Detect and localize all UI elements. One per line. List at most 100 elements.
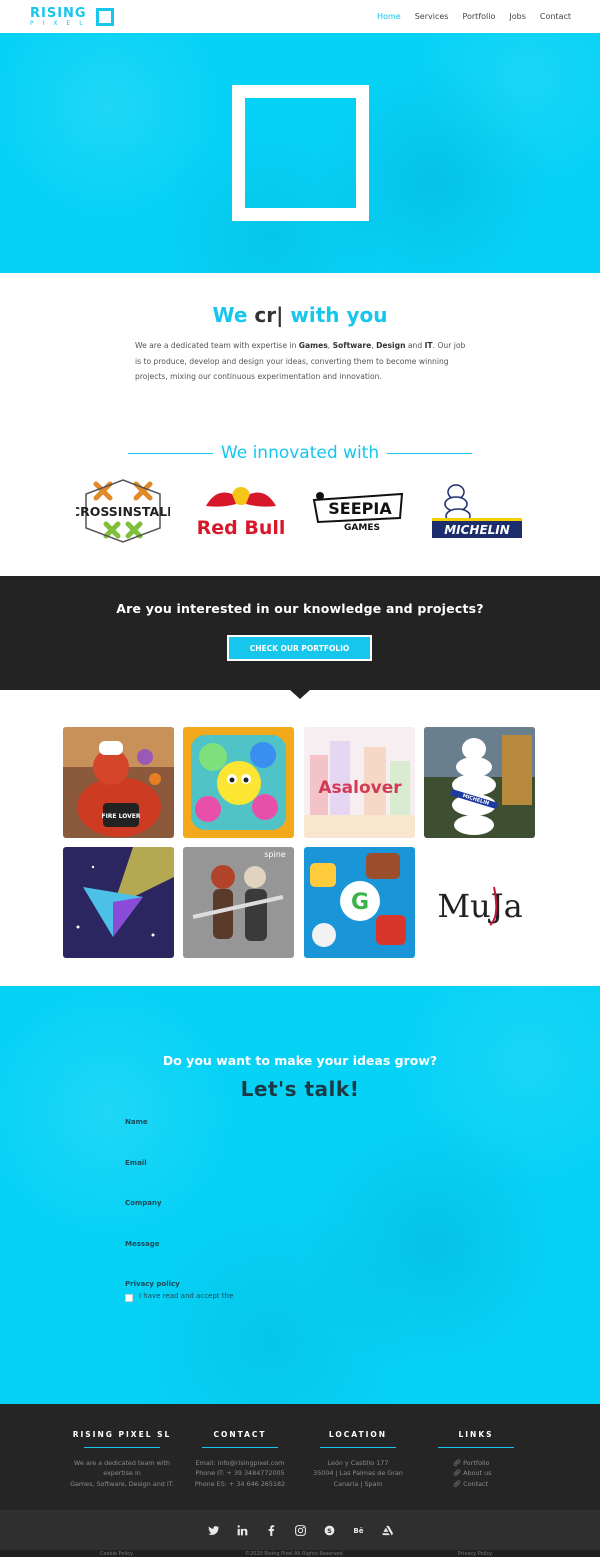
- main-nav: Home Services Portfolio Jobs Contact: [377, 12, 571, 21]
- innovated-heading: We innovated with: [0, 442, 600, 464]
- divider: [320, 1447, 396, 1448]
- logo[interactable]: RISING PIXEL: [30, 7, 114, 27]
- privacy-label: Privacy policy: [125, 1280, 180, 1288]
- michelin-logo: MICHELIN: [428, 478, 524, 544]
- fire-lover-caption: FIRE LOVER: [101, 813, 140, 820]
- about-title: We cr| with you: [0, 303, 600, 327]
- logo-wordmark: RISING PIXEL: [30, 7, 92, 27]
- footer-email[interactable]: Email: info@risingpixel.com: [180, 1458, 300, 1468]
- portfolio-tile-fire-lover[interactable]: FIRE LOVER: [63, 727, 174, 838]
- site-footer: RISING PIXEL SL We are a dedicated team …: [0, 1404, 600, 1510]
- privacy-checkbox-text: I have read and accept the: [139, 1292, 234, 1300]
- footer-company-line1: We are a dedicated team with: [73, 1459, 171, 1467]
- logo-pixel: PIXEL: [30, 19, 92, 27]
- footer-links-title: LINKS: [458, 1430, 494, 1439]
- skype-icon[interactable]: S: [323, 1524, 336, 1537]
- about-title-end: with you: [283, 303, 388, 327]
- cta-title: Are you interested in our knowledge and …: [116, 601, 484, 616]
- logo-rising: RISING: [30, 5, 87, 21]
- spine-caption: spine: [264, 850, 286, 859]
- footer-link-about[interactable]: 🔗︎ About us: [453, 1468, 536, 1478]
- footer-company: RISING PIXEL SL We are a dedicated team …: [62, 1430, 182, 1489]
- portfolio-tile-spaceship[interactable]: [63, 847, 174, 958]
- nav-services[interactable]: Services: [415, 12, 449, 21]
- bottom-bar: Cookie Policy ©2020 Rising Pixel All Rig…: [0, 1550, 600, 1557]
- svg-text:G: G: [351, 890, 369, 915]
- nav-portfolio[interactable]: Portfolio: [462, 12, 495, 21]
- privacy-checkbox[interactable]: [125, 1294, 133, 1302]
- footer-location: LOCATION León y Castillo 177 35004 | Las…: [298, 1430, 418, 1489]
- redbull-logo: Red Bull: [196, 478, 286, 544]
- footer-company-line2: expertise in: [103, 1469, 141, 1478]
- logo-square-icon: [95, 7, 114, 26]
- divider: [387, 452, 473, 454]
- svg-text:S: S: [327, 1526, 332, 1534]
- footer-location-line2: 35004 | Las Palmas de Gran: [313, 1469, 403, 1478]
- behance-icon[interactable]: Bē: [352, 1524, 365, 1537]
- contact-question: Do you want to make your ideas grow?: [162, 1053, 438, 1068]
- divider: [84, 1447, 160, 1448]
- contact-section: Do you want to make your ideas grow? Let…: [0, 986, 600, 1404]
- footer-company-line3: Games, Software, Design and IT.: [70, 1479, 174, 1488]
- portfolio-tile-asalover[interactable]: Asalover: [304, 727, 415, 838]
- message-label: Message: [125, 1240, 160, 1248]
- footer-link-portfolio[interactable]: 🔗︎ Portfolio: [453, 1458, 536, 1468]
- footer-location-line1: León y Castillo 177: [327, 1459, 389, 1467]
- footer-location-line3: Canaria | Spain: [333, 1479, 383, 1488]
- seepia-name: SEEPIA: [328, 499, 392, 518]
- name-field[interactable]: [125, 1128, 475, 1144]
- footer-links: LINKS 🔗︎ Portfolio 🔗︎ About us 🔗︎ Contac…: [416, 1430, 536, 1489]
- social-bar: S Bē: [0, 1510, 600, 1550]
- contact-cta-title: Let's talk!: [240, 1077, 360, 1101]
- portfolio-cta-band: Are you interested in our knowledge and …: [0, 576, 600, 690]
- artstation-icon[interactable]: [381, 1524, 394, 1537]
- divider: [202, 1447, 278, 1448]
- portfolio-tile-muja[interactable]: MuJa: [424, 847, 535, 958]
- footer-phone-es[interactable]: Phone ES: + 34 646 265182: [180, 1479, 300, 1489]
- cta-arrow-icon: [290, 690, 310, 699]
- portfolio-tile-michelin[interactable]: MICHELIN: [424, 727, 535, 838]
- redbull-name: Red Bull: [197, 517, 286, 539]
- portfolio-tile-puzzle-game[interactable]: [183, 727, 294, 838]
- seepia-sub: GAMES: [344, 523, 380, 533]
- nav-jobs[interactable]: Jobs: [509, 12, 526, 21]
- about-text: We are a dedicated team with expertise i…: [135, 341, 466, 381]
- link-icon: 🔗︎: [453, 1459, 464, 1467]
- message-field[interactable]: [125, 1250, 475, 1274]
- muja-caption: MuJa: [437, 887, 522, 925]
- nav-contact[interactable]: Contact: [540, 12, 571, 21]
- crossinstall-name: CROSSINSTALL: [76, 504, 170, 519]
- michelin-name: MICHELIN: [444, 523, 510, 537]
- linkedin-icon[interactable]: [236, 1524, 249, 1537]
- privacy-policy-link[interactable]: Privacy Policy: [458, 1551, 492, 1557]
- crossinstall-logo: CROSSINSTALL: [71, 478, 175, 544]
- facebook-icon[interactable]: [265, 1524, 278, 1537]
- company-field[interactable]: [125, 1209, 475, 1225]
- company-label: Company: [125, 1199, 162, 1207]
- divider: [438, 1447, 514, 1448]
- svg-text:Bē: Bē: [353, 1526, 363, 1535]
- nav-home[interactable]: Home: [377, 12, 401, 21]
- portfolio-tile-warriors[interactable]: spine: [183, 847, 294, 958]
- innovated-title: We innovated with: [220, 443, 380, 463]
- name-label: Name: [125, 1118, 148, 1126]
- portfolio-tile-cartoon[interactable]: G: [304, 847, 415, 958]
- asalover-caption: Asalover: [318, 778, 402, 798]
- footer-location-title: LOCATION: [328, 1430, 388, 1439]
- instagram-icon[interactable]: [294, 1524, 307, 1537]
- cookie-policy-link[interactable]: Cookie Policy: [100, 1551, 133, 1557]
- divider: [127, 452, 213, 454]
- footer-contact: CONTACT Email: info@risingpixel.com Phon…: [180, 1430, 300, 1489]
- link-icon: 🔗︎: [453, 1479, 464, 1488]
- hero-banner: [0, 33, 600, 273]
- twitter-icon[interactable]: [207, 1524, 220, 1537]
- footer-link-contact[interactable]: 🔗︎ Contact: [453, 1479, 536, 1489]
- email-field[interactable]: [125, 1169, 475, 1185]
- about-title-start: We: [212, 303, 255, 327]
- site-header: RISING PIXEL Home Services Portfolio Job…: [0, 0, 600, 33]
- hero-square-icon: [232, 85, 369, 221]
- check-portfolio-button[interactable]: CHECK OUR PORTFOLIO: [227, 635, 372, 661]
- about-title-typed: cr|: [254, 303, 284, 327]
- link-icon: 🔗︎: [453, 1469, 464, 1478]
- footer-phone-it[interactable]: Phone IT: + 39 3484772005: [180, 1468, 300, 1478]
